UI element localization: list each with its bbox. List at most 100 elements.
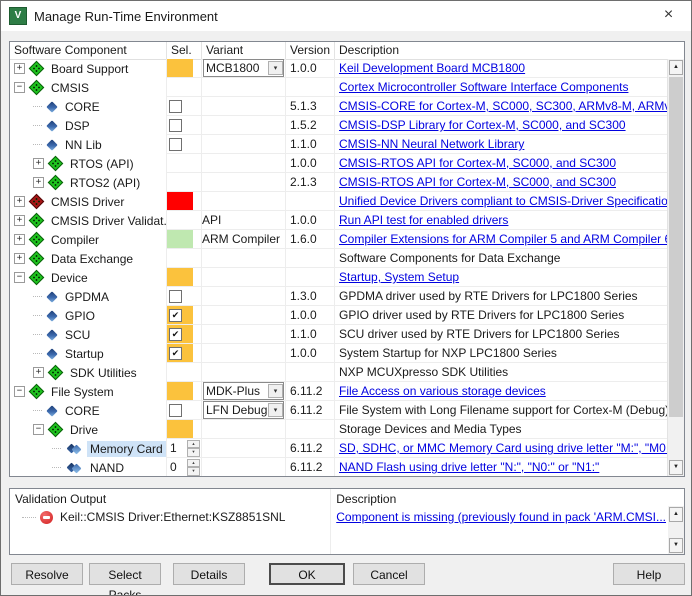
component-label[interactable]: Device bbox=[48, 270, 91, 286]
column-header-softwarecomponent[interactable]: Software Component bbox=[10, 42, 167, 59]
tree-expander-minus-icon[interactable]: − bbox=[14, 386, 25, 397]
spinner-buttons[interactable]: ▲▼ bbox=[187, 440, 200, 457]
description-link[interactable]: NAND Flash using drive letter "N:", "N0:… bbox=[339, 460, 599, 474]
tree-expander-plus-icon[interactable]: + bbox=[14, 253, 25, 264]
component-label[interactable]: File System bbox=[48, 384, 117, 400]
scrollbar-thumb[interactable] bbox=[669, 77, 683, 417]
validation-description-link[interactable]: Component is missing (previously found i… bbox=[336, 510, 666, 524]
description-link[interactable]: Unified Device Drivers compliant to CMSI… bbox=[339, 194, 668, 208]
tree-expander-plus-icon[interactable]: + bbox=[33, 367, 44, 378]
description-link[interactable]: CMSIS-CORE for Cortex-M, SC000, SC300, A… bbox=[339, 99, 668, 113]
tree-expander-minus-icon[interactable]: − bbox=[14, 82, 25, 93]
component-label[interactable]: Startup bbox=[62, 346, 107, 362]
component-label[interactable]: Drive bbox=[67, 422, 101, 438]
help-button[interactable]: Help bbox=[613, 563, 685, 585]
tree-expander-plus-icon[interactable]: + bbox=[14, 63, 25, 74]
instance-count-spinner[interactable]: 1▲▼ bbox=[167, 439, 201, 457]
component-label[interactable]: Compiler bbox=[48, 232, 102, 248]
description-link[interactable]: Compiler Extensions for ARM Compiler 5 a… bbox=[339, 232, 668, 246]
tree-expander-minus-icon[interactable]: − bbox=[33, 424, 44, 435]
description-link[interactable]: Run API test for enabled drivers bbox=[339, 213, 508, 227]
tree-expander-plus-icon[interactable]: + bbox=[14, 215, 25, 226]
description-link[interactable]: Keil Development Board MCB1800 bbox=[339, 61, 525, 75]
dropdown-arrow-icon[interactable]: ▾ bbox=[268, 403, 283, 417]
description-link[interactable]: CMSIS-DSP Library for Cortex-M, SC000, a… bbox=[339, 118, 626, 132]
title-bar[interactable]: V Manage Run-Time Environment × bbox=[1, 1, 691, 31]
description-link[interactable]: CMSIS-NN Neural Network Library bbox=[339, 137, 524, 151]
component-label[interactable]: RTOS2 (API) bbox=[67, 175, 143, 191]
column-header-sel[interactable]: Sel. bbox=[167, 42, 202, 59]
variant-dropdown[interactable]: MDK-Plus▾ bbox=[203, 382, 284, 400]
component-label[interactable]: CMSIS bbox=[48, 80, 92, 96]
component-label[interactable]: CMSIS Driver Validat... bbox=[48, 213, 167, 229]
ok-button[interactable]: OK bbox=[269, 563, 345, 585]
spinner-buttons[interactable]: ▲▼ bbox=[187, 459, 200, 476]
close-icon[interactable]: × bbox=[646, 1, 691, 30]
description-link[interactable]: CMSIS-RTOS API for Cortex-M, SC000, and … bbox=[339, 156, 616, 170]
table-row: CORE5.1.3CMSIS-CORE for Cortex-M, SC000,… bbox=[10, 97, 668, 116]
tree-expander-plus-icon[interactable]: + bbox=[14, 234, 25, 245]
select-checkbox[interactable] bbox=[169, 138, 182, 151]
scroll-up-icon[interactable]: ▲ bbox=[669, 60, 683, 75]
details-button[interactable]: Details bbox=[173, 563, 245, 585]
spinner-down-icon[interactable]: ▼ bbox=[187, 448, 200, 457]
spinner-up-icon[interactable]: ▲ bbox=[187, 440, 200, 449]
validation-scrollbar[interactable]: ▲ ▼ bbox=[668, 506, 684, 554]
component-label[interactable]: SDK Utilities bbox=[67, 365, 140, 381]
table-row: −DriveStorage Devices and Media Types bbox=[10, 420, 668, 439]
description-link[interactable]: Startup, System Setup bbox=[339, 270, 459, 284]
component-label[interactable]: NN Lib bbox=[62, 137, 105, 153]
variant-dropdown[interactable]: MCB1800▾ bbox=[203, 59, 284, 77]
select-checkbox[interactable] bbox=[169, 404, 182, 417]
version-text: 2.1.3 bbox=[290, 175, 317, 189]
component-label[interactable]: RTOS (API) bbox=[67, 156, 137, 172]
component-label[interactable]: CMSIS Driver bbox=[48, 194, 127, 210]
version-text: 6.11.2 bbox=[290, 384, 322, 398]
component-label[interactable]: CORE bbox=[62, 403, 103, 419]
scroll-down-icon[interactable]: ▼ bbox=[669, 460, 683, 475]
select-checkbox[interactable] bbox=[169, 119, 182, 132]
select-checkbox[interactable]: ✔ bbox=[169, 309, 182, 322]
component-label[interactable]: GPDMA bbox=[62, 289, 112, 305]
table-vertical-scrollbar[interactable]: ▲ ▼ bbox=[667, 59, 684, 476]
select-checkbox[interactable] bbox=[169, 100, 182, 113]
version-cell bbox=[286, 268, 335, 287]
component-label[interactable]: Board Support bbox=[48, 61, 131, 77]
scroll-up-icon[interactable]: ▲ bbox=[669, 507, 683, 522]
description-cell: Run API test for enabled drivers bbox=[335, 211, 668, 230]
dropdown-arrow-icon[interactable]: ▾ bbox=[268, 61, 283, 75]
component-label[interactable]: GPIO bbox=[62, 308, 98, 324]
double-diamond-icon bbox=[67, 442, 83, 455]
description-link[interactable]: CMSIS-RTOS API for Cortex-M, SC000, and … bbox=[339, 175, 616, 189]
scroll-down-icon[interactable]: ▼ bbox=[669, 538, 683, 553]
description-link[interactable]: File Access on various storage devices bbox=[339, 384, 546, 398]
tree-expander-plus-icon[interactable]: + bbox=[33, 158, 44, 169]
cancel-button[interactable]: Cancel bbox=[353, 563, 425, 585]
component-label[interactable]: DSP bbox=[62, 118, 93, 134]
component-label[interactable]: Data Exchange bbox=[48, 251, 136, 267]
select-checkbox[interactable] bbox=[169, 290, 182, 303]
component-label[interactable]: CORE bbox=[62, 99, 103, 115]
description-link[interactable]: Cortex Microcontroller Software Interfac… bbox=[339, 80, 628, 94]
tree-expander-plus-icon[interactable]: + bbox=[14, 196, 25, 207]
tree-expander-plus-icon[interactable]: + bbox=[33, 177, 44, 188]
column-header-version[interactable]: Version bbox=[286, 42, 335, 59]
select-checkbox[interactable]: ✔ bbox=[169, 328, 182, 341]
instance-count-spinner[interactable]: 0▲▼ bbox=[167, 458, 201, 476]
component-label[interactable]: SCU bbox=[62, 327, 93, 343]
select-checkbox[interactable]: ✔ bbox=[169, 347, 182, 360]
column-header-description[interactable]: Description bbox=[335, 42, 684, 59]
column-header-variant[interactable]: Variant bbox=[202, 42, 286, 59]
select-packs-button[interactable]: Select Packs bbox=[89, 563, 161, 585]
dropdown-arrow-icon[interactable]: ▾ bbox=[268, 384, 283, 398]
validation-item[interactable]: Keil::CMSIS Driver:Ethernet:KSZ8851SNL bbox=[10, 510, 330, 524]
spinner-up-icon[interactable]: ▲ bbox=[187, 459, 200, 468]
variant-dropdown[interactable]: LFN Debug▾ bbox=[203, 401, 284, 419]
resolve-button[interactable]: Resolve bbox=[11, 563, 83, 585]
component-label[interactable]: Memory Card bbox=[87, 441, 166, 457]
selection-status-fill: ✔ bbox=[167, 325, 193, 343]
spinner-down-icon[interactable]: ▼ bbox=[187, 467, 200, 476]
component-label[interactable]: NAND bbox=[87, 460, 127, 476]
tree-expander-minus-icon[interactable]: − bbox=[14, 272, 25, 283]
description-link[interactable]: SD, SDHC, or MMC Memory Card using drive… bbox=[339, 441, 668, 455]
